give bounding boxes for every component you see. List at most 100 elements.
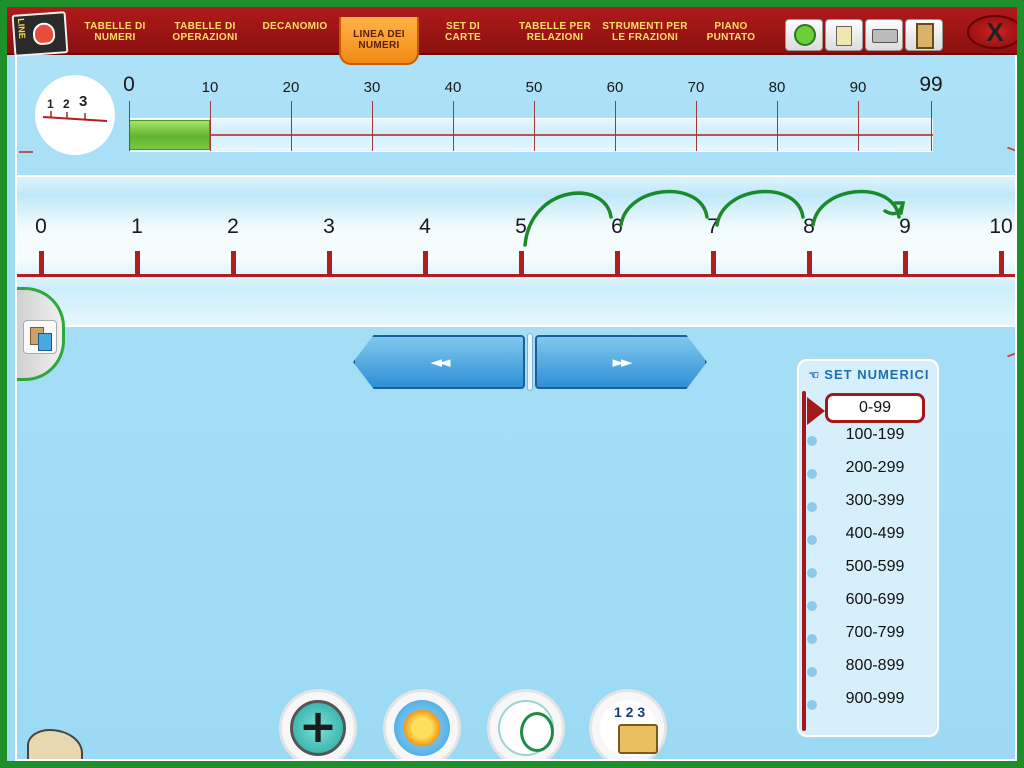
number-set-item[interactable]: 500-599 (825, 558, 925, 588)
overview-tick-label: 0 (123, 73, 135, 96)
overview-tick-label: 30 (363, 79, 381, 96)
top-menu-bar: LINE TABELLE DI NUMERI TABELLE DI OPERAZI… (7, 7, 1017, 65)
film-button[interactable] (905, 19, 943, 51)
app-logo-label: LINE (15, 17, 28, 40)
character-icon[interactable] (27, 729, 83, 759)
number-line-tick (903, 251, 908, 277)
number-line-tick (327, 251, 332, 277)
cash-register-tool-button[interactable]: 1 2 3 (589, 689, 667, 759)
nav-tab-0[interactable]: TABELLE DI NUMERI (79, 21, 151, 51)
nav-tab-1[interactable]: TABELLE DI OPERAZIONI (169, 21, 241, 51)
printer-icon (872, 29, 898, 43)
number-line-label: 2 (227, 215, 239, 238)
cash-register-digits: 1 2 3 (614, 704, 646, 720)
panel-scallop (807, 436, 817, 446)
number-line-label: 10 (989, 215, 1013, 238)
overview-tick (291, 101, 292, 151)
number-line-label: 1 (131, 215, 143, 238)
film-icon (916, 23, 934, 49)
overview-tick-label: 80 (768, 79, 786, 96)
ruler-icon-line (42, 111, 108, 122)
number-set-item[interactable]: 300-399 (825, 492, 925, 522)
number-line-icon[interactable]: 1 2 3 (35, 75, 115, 155)
hand-icon: ☜ (808, 368, 821, 382)
copy-page-button[interactable] (825, 19, 863, 51)
overview-tick (372, 101, 373, 151)
sets-title-text: SET NUMERICI (824, 367, 930, 382)
nav-tab-2[interactable]: DECANOMIO (259, 21, 331, 51)
number-line-label: 5 (515, 215, 527, 238)
panel-scallop (807, 502, 817, 512)
number-line-band (17, 175, 1015, 327)
copy-page-icon (836, 26, 852, 46)
overview-tick-label: 20 (282, 79, 300, 96)
sun-tool-button[interactable] (383, 689, 461, 759)
left-edge-mark (19, 151, 33, 153)
overview-tick-label: 10 (201, 79, 219, 96)
number-line-label: 0 (35, 215, 47, 238)
scroll-left-button[interactable]: ◄◄ (353, 335, 525, 389)
number-set-item[interactable]: 100-199 (825, 426, 925, 456)
app-frame: 1 2 3 0 10 20 30 40 50 60 70 80 90 99 0 1 2 3 4 5 6 7 8 9 10… (0, 0, 1024, 768)
print-button[interactable] (865, 19, 903, 51)
number-set-item[interactable]: 400-499 (825, 525, 925, 555)
overview-tick (129, 101, 130, 151)
overview-tick (615, 101, 616, 151)
panel-scallop (807, 535, 817, 545)
overview-tick-label: 90 (849, 79, 867, 96)
number-line-tick (231, 251, 236, 277)
overview-tick-label: 70 (687, 79, 705, 96)
close-button[interactable]: X (967, 15, 1017, 49)
number-line-tick (807, 251, 812, 277)
overview-tick-label: 40 (444, 79, 462, 96)
overview-tick-label: 99 (919, 73, 943, 96)
workspace: 1 2 3 0 10 20 30 40 50 60 70 80 90 99 0 1 2 3 4 5 6 7 8 9 10… (15, 7, 1017, 761)
number-set-item[interactable]: 600-699 (825, 591, 925, 621)
number-set-item[interactable]: 200-299 (825, 459, 925, 489)
nav-tab-6[interactable]: STRUMENTI PER LE FRAZIONI (601, 21, 689, 51)
nav-tab-5[interactable]: TABELLE PER RELAZIONI (513, 21, 597, 51)
overview-tick-label: 50 (525, 79, 543, 96)
nav-divider (527, 333, 533, 391)
number-line-label: 7 (707, 215, 719, 238)
panel-scallop (807, 700, 817, 710)
number-set-item[interactable]: 0-99 (825, 393, 925, 423)
number-set-item[interactable]: 800-899 (825, 657, 925, 687)
nav-tab-7[interactable]: PIANO PUNTATO (701, 21, 761, 51)
net-icon (498, 700, 554, 756)
overview-tick (696, 101, 697, 151)
number-line-tick (711, 251, 716, 277)
plus-icon (290, 699, 346, 756)
copy-icon[interactable] (23, 320, 57, 354)
add-tool-button[interactable] (279, 689, 357, 759)
overview-tick (858, 101, 859, 151)
overview-tick (210, 101, 211, 151)
scroll-right-button[interactable]: ►► (535, 335, 707, 389)
net-tool-button[interactable] (487, 689, 565, 759)
overview-tick (453, 101, 454, 151)
cash-register-icon: 1 2 3 (600, 700, 658, 756)
overview-tick (931, 101, 932, 151)
nav-tab-4[interactable]: SET DI CARTE (441, 21, 485, 51)
fast-forward-icon: ►► (612, 353, 632, 371)
number-set-item[interactable]: 700-799 (825, 624, 925, 654)
pointer-hand-icon (32, 21, 56, 46)
cash-register-box (618, 724, 658, 754)
number-set-item[interactable]: 900-999 (825, 690, 925, 720)
number-sets-panel: ☜ SET NUMERICI 0-99 100-199 200-299 300-399 4… (797, 359, 939, 737)
number-line-label: 8 (803, 215, 815, 238)
close-icon: X (986, 17, 1004, 47)
overview-ruler-selection[interactable] (129, 120, 210, 150)
number-line-label: 9 (899, 215, 911, 238)
app-logo[interactable]: LINE (11, 11, 69, 57)
number-line-label: 6 (611, 215, 623, 238)
number-line-tick (519, 251, 524, 277)
frog-icon (794, 24, 816, 46)
panel-scallop (807, 634, 817, 644)
panel-scallop (807, 469, 817, 479)
number-line-tick (615, 251, 620, 277)
number-line-tick (39, 251, 44, 277)
frog-button[interactable] (785, 19, 823, 51)
panel-scallop (807, 667, 817, 677)
nav-tab-3[interactable]: LINEA DEI NUMERI (339, 17, 419, 65)
